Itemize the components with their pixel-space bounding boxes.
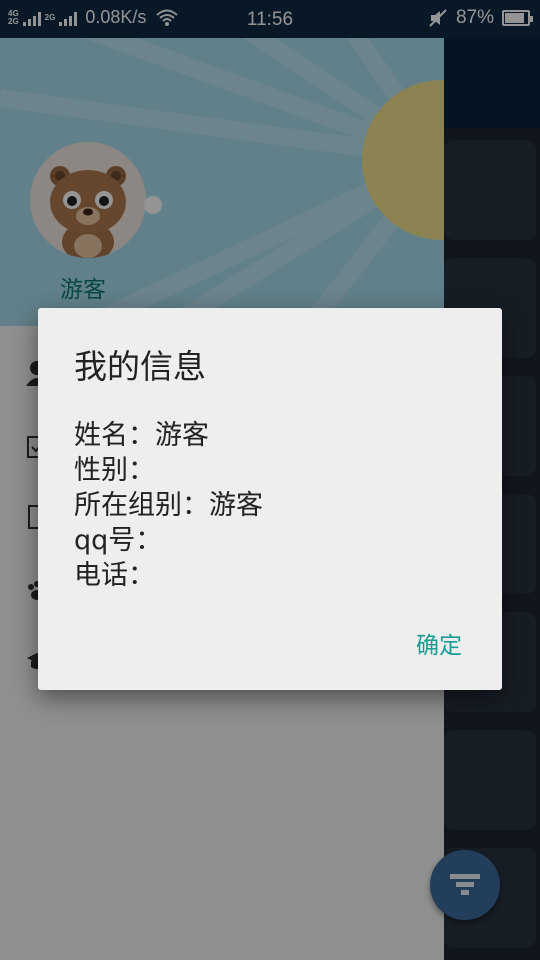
my-info-dialog: 我的信息 姓名：游客 性别： 所在组别：游客 qq号： 电话： 确定 xyxy=(38,308,502,690)
info-qq: qq号： xyxy=(74,525,163,556)
confirm-button[interactable]: 确定 xyxy=(416,626,462,660)
info-group: 所在组别：游客 xyxy=(74,490,263,521)
info-gender: 性别： xyxy=(74,455,155,486)
screen: 游客 4G 2G 2G 0.08K/s 11:56 87% 我的信息 姓名：游客… xyxy=(0,0,540,960)
dialog-content: 姓名：游客 性别： 所在组别：游客 qq号： 电话： xyxy=(74,418,263,593)
info-name: 姓名：游客 xyxy=(74,420,209,451)
info-phone: 电话： xyxy=(74,560,155,591)
dialog-title: 我的信息 xyxy=(74,347,206,386)
